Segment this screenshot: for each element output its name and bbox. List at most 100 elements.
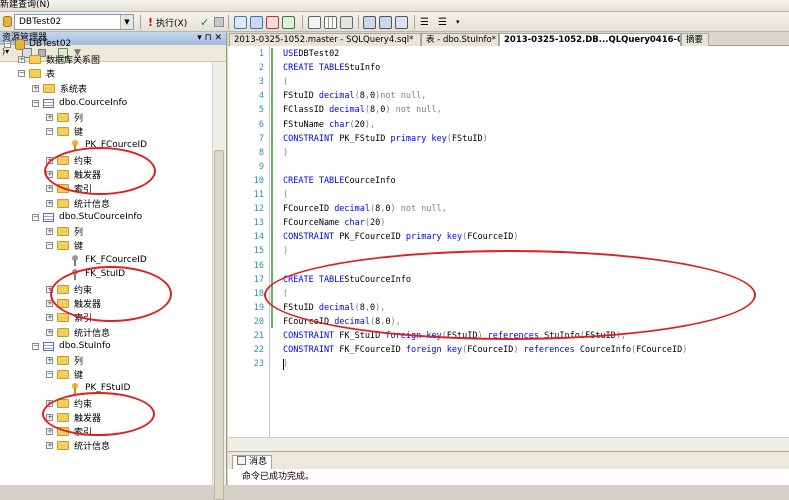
collapse-icon[interactable]: − — [4, 40, 11, 48]
tab-sqlquery0416[interactable]: 2013-0325-1052.DB...QLQuery0416-01.sql — [499, 33, 681, 46]
code-token: ( — [283, 77, 289, 88]
code-token: CREATE TABLE — [283, 175, 345, 186]
code-line: CONSTRAINT PK_FStuID primary key(FStuID) — [283, 134, 488, 144]
tab-sqlquery4[interactable]: 2013-0325-1052.master - SQLQuery4.sql* — [229, 33, 421, 46]
tab-stuinfo-design[interactable]: 表 - dbo.StuInfo* — [421, 33, 499, 46]
increase-indent-button[interactable]: ☰ — [438, 14, 447, 30]
collapse-icon[interactable]: − — [46, 370, 53, 378]
code-line: USEDBTest02 — [283, 49, 339, 59]
code-line: ) — [283, 148, 288, 158]
chart-icon — [266, 15, 279, 29]
code-token: PK_FCourceID — [334, 232, 406, 243]
comment-button[interactable] — [363, 14, 376, 30]
line-number: 20 — [253, 316, 264, 327]
collapse-icon[interactable]: − — [32, 213, 39, 221]
tree-node[interactable]: − 键 — [46, 238, 83, 252]
expand-icon[interactable]: + — [46, 199, 53, 207]
parse-button[interactable]: ✓ — [200, 14, 209, 30]
tree-node[interactable]: + 列 — [46, 110, 83, 124]
tab-summary[interactable]: 摘要 — [681, 33, 709, 46]
grid-results-icon — [324, 15, 337, 29]
sql-editor[interactable]: 1 2 3 4 5 6 7 8 9 10 11 12 13 14 15 16 17 18 19 20 21 22 23 US… — [228, 46, 789, 451]
expand-icon[interactable]: + — [46, 356, 53, 364]
indent-lines-icon: ☰ — [438, 16, 447, 28]
code-token: CourceInfo — [344, 175, 396, 186]
results-text-button[interactable] — [308, 14, 321, 30]
tree-node[interactable]: + 列 — [46, 353, 83, 367]
messages-tab-label: 消息 — [249, 457, 268, 467]
collapse-icon[interactable]: − — [18, 69, 25, 77]
code-token: DBTest02 — [298, 49, 340, 59]
folder-icon — [57, 112, 69, 122]
code-token: CONSTRAINT — [283, 345, 335, 356]
tree-node[interactable]: + 统计信息 — [46, 438, 110, 452]
code-line: ( — [283, 77, 288, 87]
tree-node[interactable]: + 列 — [46, 224, 83, 238]
code-token: char — [329, 119, 350, 130]
tree-node-label: 键 — [74, 127, 84, 138]
execute-button[interactable]: ! 执行(X) — [148, 14, 187, 30]
collapse-icon[interactable]: − — [46, 241, 53, 249]
scrollbar-thumb[interactable] — [214, 150, 224, 500]
new-query-menu[interactable]: 新建查询(N) — [0, 0, 50, 10]
document-tabs: 2013-0325-1052.master - SQLQuery4.sql* 表… — [228, 32, 789, 46]
line-number: 17 — [253, 274, 264, 285]
indent-button[interactable] — [395, 14, 408, 30]
uncomment-button[interactable] — [379, 14, 392, 30]
collapse-icon[interactable]: − — [46, 127, 53, 135]
stop-icon — [214, 17, 224, 27]
text-results-icon — [308, 15, 321, 29]
code-token: USE — [283, 49, 299, 59]
expand-icon[interactable]: + — [46, 328, 53, 336]
expand-icon[interactable]: + — [46, 227, 53, 235]
editor-horizontal-scrollbar[interactable] — [228, 437, 789, 452]
tree-node[interactable]: + 统计信息 — [46, 325, 110, 339]
client-stats-button[interactable] — [282, 14, 295, 30]
code-line: FCourceName char(20) — [283, 218, 385, 228]
chevron-down-icon[interactable]: ▼ — [120, 15, 133, 29]
query-designer-button[interactable] — [250, 14, 263, 30]
object-explorer-scrollbar[interactable] — [212, 62, 226, 500]
results-file-button[interactable] — [340, 14, 353, 30]
code-token: not null, — [395, 204, 447, 215]
tree-node[interactable]: − 键 — [46, 367, 83, 381]
line-number: 9 — [258, 161, 264, 172]
tree-node[interactable]: − dbo.StuInfo — [32, 339, 111, 353]
tree-node[interactable]: − 表 — [18, 66, 55, 80]
plan-icon — [234, 15, 247, 29]
include-plan-button[interactable] — [266, 14, 279, 30]
tree-node[interactable]: + 统计信息 — [46, 196, 110, 210]
folder-icon — [57, 327, 69, 337]
expand-icon[interactable]: + — [46, 113, 53, 121]
tree-node[interactable]: + 数据库关系图 — [18, 52, 100, 66]
messages-output: 命令已成功完成。 — [228, 469, 789, 485]
collapse-icon[interactable]: − — [32, 99, 39, 107]
expand-icon[interactable]: + — [46, 427, 53, 435]
annotation-circle — [42, 392, 155, 436]
cancel-query-button[interactable] — [214, 14, 224, 30]
tree-node[interactable]: − DBTest02 — [4, 37, 71, 51]
decrease-indent-button[interactable]: ☰ — [420, 14, 429, 30]
tree-node[interactable]: − 键 — [46, 124, 83, 138]
code-token: CONSTRAINT — [283, 331, 335, 341]
tree-node[interactable]: FK_FCourceID — [60, 253, 147, 267]
results-grid-button[interactable] — [324, 14, 337, 30]
tree-node-label: 键 — [74, 241, 84, 252]
collapse-icon[interactable]: − — [32, 342, 39, 350]
database-selector[interactable]: DBTest02 ▼ — [14, 14, 134, 30]
expand-icon[interactable]: + — [46, 184, 53, 192]
tree-node[interactable]: + 系统表 — [32, 81, 87, 95]
foreign-key-icon — [71, 254, 79, 266]
expand-icon[interactable]: + — [46, 441, 53, 449]
tab-messages[interactable]: 消息 — [232, 455, 273, 469]
expand-icon[interactable]: + — [46, 313, 53, 321]
display-plan-button[interactable] — [234, 14, 247, 30]
expand-icon[interactable]: + — [18, 55, 25, 63]
toolbar-overflow[interactable]: ▾ — [456, 14, 460, 30]
messages-icon — [237, 456, 246, 465]
tree-node[interactable]: − dbo.StuCourceInfo — [32, 210, 142, 224]
tree-node[interactable]: − dbo.CourceInfo — [32, 96, 127, 110]
code-token: FCourceID — [467, 232, 514, 243]
expand-icon[interactable]: + — [32, 84, 39, 92]
panel-controls[interactable]: ▾ ⊓ ✕ — [197, 32, 222, 45]
